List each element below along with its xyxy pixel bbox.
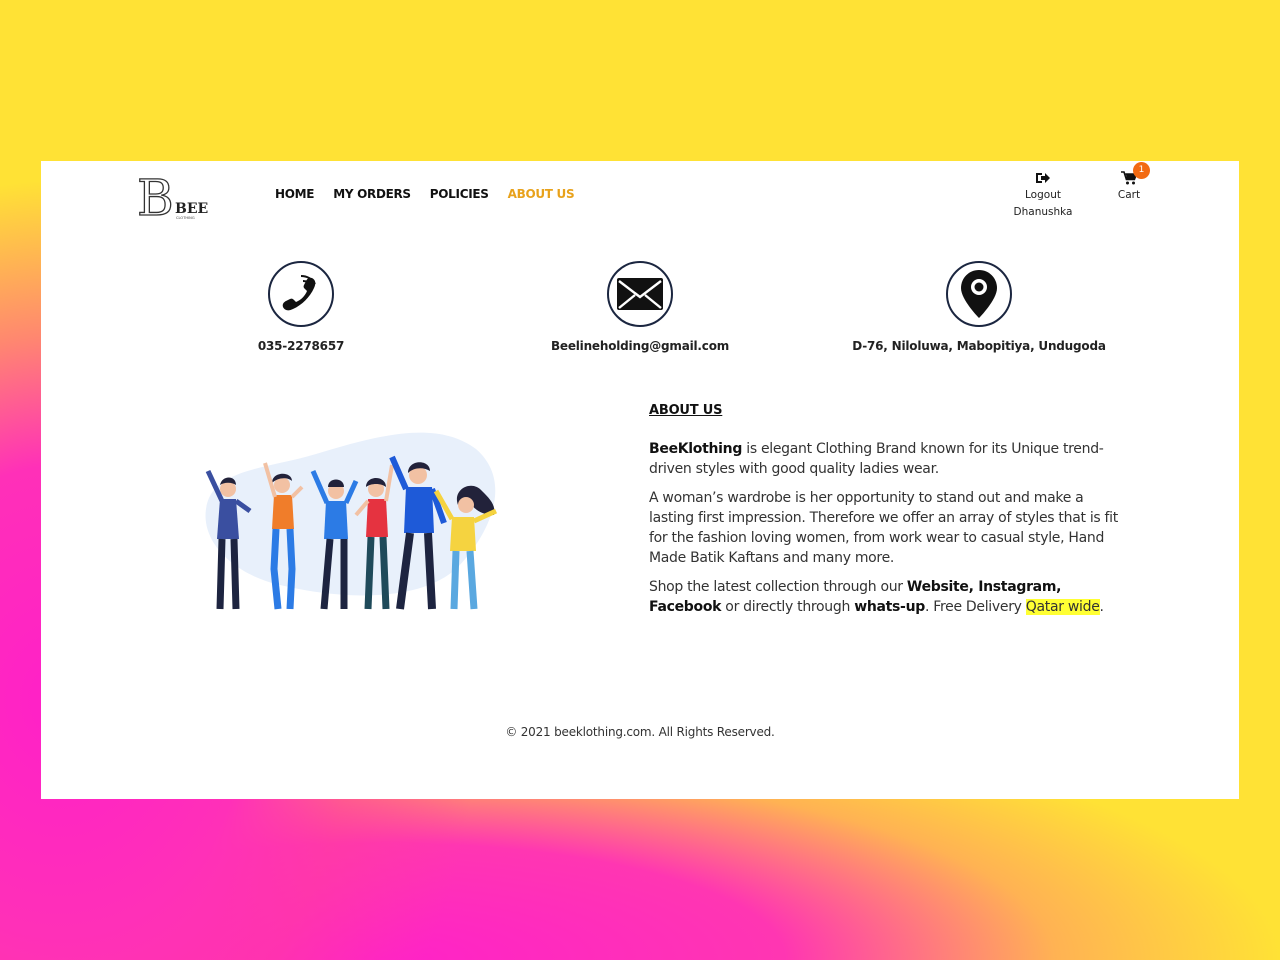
about-p3-a: Shop the latest collection through our bbox=[649, 579, 907, 595]
nav-about-us[interactable]: ABOUT US bbox=[508, 187, 575, 201]
about-p3-c: or directly through bbox=[721, 599, 855, 615]
address-text: D-76, Niloluwa, Mabopitiya, Undugoda bbox=[852, 339, 1106, 353]
about-p3-e: . Free Delivery bbox=[924, 599, 1026, 615]
nav-home[interactable]: HOME bbox=[275, 187, 314, 201]
nav-policies[interactable]: POLICIES bbox=[430, 187, 489, 201]
about-paragraph-2: A woman’s wardrobe is her opportunity to… bbox=[649, 490, 1118, 566]
map-pin-icon bbox=[946, 261, 1012, 327]
logo-sub: CLOTHING bbox=[176, 216, 195, 220]
about-paragraph-3: Shop the latest collection through our W… bbox=[649, 577, 1119, 617]
whatsapp-channel: whats-up bbox=[854, 599, 925, 615]
logo-name: BEE bbox=[175, 201, 208, 217]
brand-logo[interactable]: B BEE CLOTHING bbox=[135, 168, 211, 227]
about-paragraph-1: BeeKlothing is elegant Clothing Brand kn… bbox=[649, 439, 1119, 479]
nav-my-orders[interactable]: MY ORDERS bbox=[333, 187, 411, 201]
contact-phone: 035-2278657 bbox=[151, 261, 451, 353]
contact-email: Beelineholding@gmail.com bbox=[490, 261, 790, 353]
brand-name: BeeKlothing bbox=[649, 441, 743, 457]
logo-letter: B bbox=[137, 171, 174, 223]
contact-address: D-76, Niloluwa, Mabopitiya, Undugoda bbox=[829, 261, 1129, 353]
people-illustration bbox=[196, 429, 506, 619]
logout-button[interactable]: Logout Dhanushka bbox=[1003, 171, 1083, 221]
cart-label: Cart bbox=[1117, 189, 1141, 201]
delivery-highlight: Qatar wide bbox=[1025, 599, 1100, 615]
cart-button[interactable]: Cart 1 bbox=[1109, 162, 1150, 201]
phone-icon bbox=[268, 261, 334, 327]
logout-label: Logout bbox=[1025, 189, 1061, 201]
email-address[interactable]: Beelineholding@gmail.com bbox=[490, 339, 790, 353]
browser-page: B BEE CLOTHING HOME MY ORDERS POLICIES A… bbox=[41, 161, 1239, 799]
about-p3-g: . bbox=[1099, 599, 1104, 615]
phone-number[interactable]: 035-2278657 bbox=[151, 339, 451, 353]
cart-count-badge: 1 bbox=[1133, 162, 1150, 179]
about-heading: ABOUT US bbox=[649, 403, 723, 418]
about-section: ABOUT US BeeKlothing is elegant Clothing… bbox=[649, 401, 1119, 626]
main-nav: HOME MY ORDERS POLICIES ABOUT US bbox=[275, 187, 593, 201]
logout-icon bbox=[1003, 171, 1083, 187]
envelope-icon bbox=[607, 261, 673, 327]
username-label: Dhanushka bbox=[1013, 206, 1073, 218]
footer-copyright: © 2021 beeklothing.com. All Rights Reser… bbox=[505, 725, 775, 739]
